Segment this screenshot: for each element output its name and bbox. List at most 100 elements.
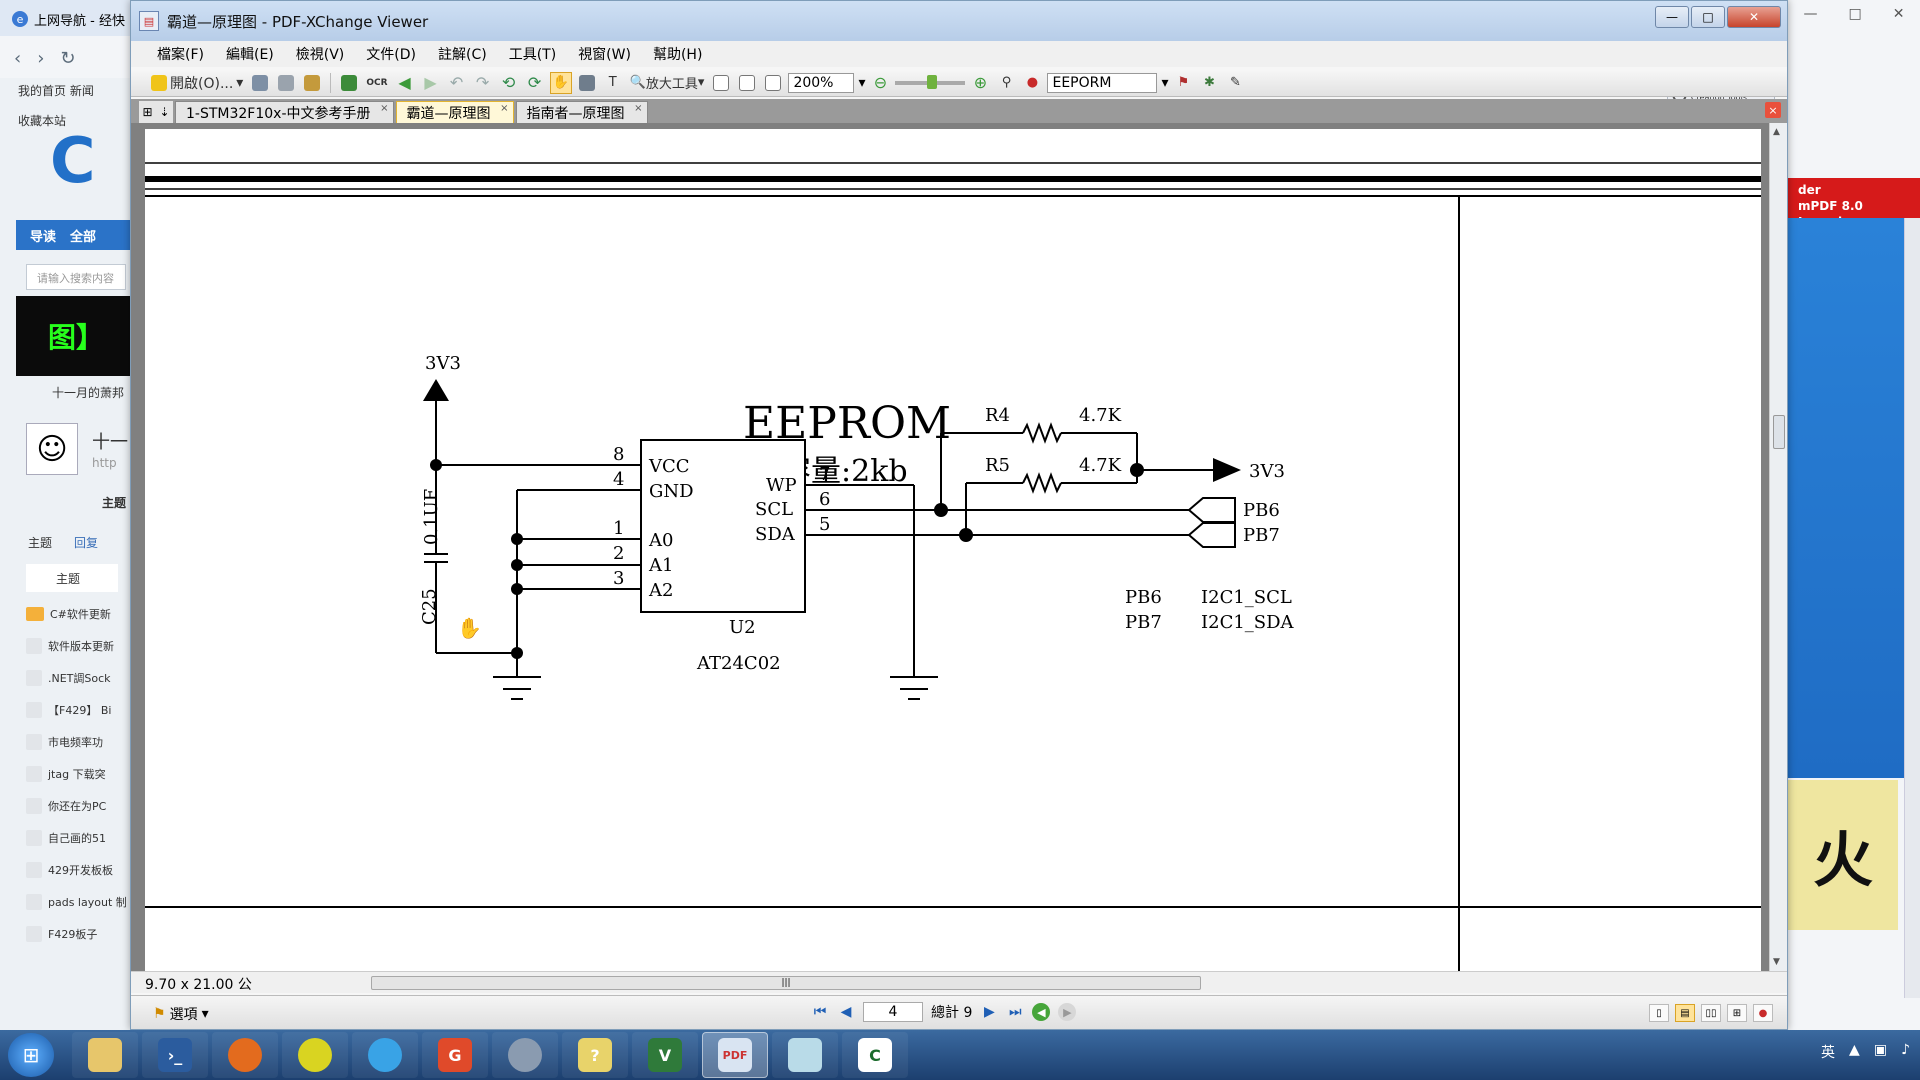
rotate-left-button[interactable]: ⟲ (498, 72, 520, 94)
options-button[interactable]: ⚑ 選項 ▾ (153, 1004, 209, 1024)
menu-comments[interactable]: 註解(C) (430, 42, 495, 66)
undo-button[interactable]: ↶ (446, 72, 468, 94)
input-method-icon[interactable]: 英 (1821, 1042, 1835, 1062)
refresh-icon[interactable]: ↻ (60, 48, 75, 69)
list-item[interactable]: 429开发板板 (26, 854, 130, 886)
forward-button[interactable]: ▶ (420, 72, 442, 94)
menu-tools[interactable]: 工具(T) (501, 42, 564, 66)
list-item[interactable]: pads layout 制 (26, 886, 130, 918)
tab-close-icon[interactable]: × (500, 103, 508, 114)
zoom-tool-button[interactable]: 🔍 放大工具 ▾ (628, 72, 707, 94)
save-button[interactable] (249, 72, 271, 94)
list-item[interactable]: .NET調Sock (26, 662, 130, 694)
close-icon[interactable]: ✕ (1893, 6, 1905, 22)
tab-topic[interactable]: 主题 (28, 534, 52, 551)
search-options-button[interactable]: ✱ (1199, 72, 1221, 94)
hand-tool-button[interactable]: ✋ (549, 71, 572, 94)
back-button[interactable]: ◀ (394, 72, 416, 94)
scroll-up-icon[interactable]: ▲ (1773, 127, 1780, 137)
highlight-button[interactable]: ● (1021, 72, 1043, 94)
email-button[interactable] (301, 72, 323, 94)
side-topic-button[interactable]: 主题 (102, 494, 126, 511)
search-input[interactable]: EEPORM (1047, 72, 1158, 93)
tab-reply[interactable]: 回复 (74, 534, 98, 551)
zoom-input[interactable]: 200% (788, 72, 855, 93)
redo-button[interactable]: ↷ (472, 72, 494, 94)
page-number-input[interactable]: 4 (863, 1002, 923, 1022)
ocr-button[interactable]: OCR (364, 72, 389, 94)
list-item[interactable]: 你还在为PC (26, 790, 130, 822)
list-item[interactable]: 软件版本更新 (26, 630, 130, 662)
find-previous-button[interactable]: ⚲ (995, 72, 1017, 94)
menu-file[interactable]: 檔案(F) (149, 42, 212, 66)
forward-icon[interactable]: › (37, 48, 44, 69)
taskbar-help[interactable]: ? (562, 1032, 628, 1078)
maximize-icon[interactable]: □ (1849, 6, 1862, 22)
menu-edit[interactable]: 編輯(E) (218, 42, 282, 66)
list-item[interactable]: 【F429】 Bi (26, 694, 130, 726)
browser-tab[interactable]: e 上网导航 - 经快 (12, 6, 125, 32)
ad-banner[interactable]: der mPDF 8.0 Launch (1788, 178, 1920, 229)
scroll-down-icon[interactable]: ▼ (1773, 957, 1780, 967)
zoom-slider-knob[interactable] (927, 74, 938, 89)
taskbar-app-red[interactable]: G (422, 1032, 488, 1078)
network-icon[interactable]: ▣ (1874, 1042, 1887, 1062)
rotate-right-button[interactable]: ⟳ (524, 72, 546, 94)
vertical-scrollbar[interactable]: ▲ ▼ (1769, 123, 1787, 971)
next-page-button[interactable]: ▶ (980, 1003, 998, 1021)
pdf-page[interactable]: EEPROM 容量:2kb 3V3 0.1UF C25 U2 AT24C02 8… (145, 129, 1761, 971)
list-item[interactable]: 自己画的51 (26, 822, 130, 854)
taskbar-pdf-viewer[interactable]: PDF (702, 1032, 768, 1078)
list-item[interactable]: 市电频率功 (26, 726, 130, 758)
taskbar-explorer[interactable] (72, 1032, 138, 1078)
taskbar-app-yellow[interactable] (282, 1032, 348, 1078)
start-button[interactable]: ⊞ (8, 1033, 54, 1077)
tray-arrow-icon[interactable]: ▲ (1849, 1042, 1860, 1062)
home-link[interactable]: 我的首页 新闻 (18, 82, 94, 99)
list-item[interactable]: jtag 下载突 (26, 758, 130, 790)
actual-size-button[interactable] (710, 72, 732, 94)
continuous-facing-view-button[interactable]: ⊞ (1727, 1004, 1747, 1022)
search-next-button[interactable]: ⚑ (1173, 72, 1195, 94)
horizontal-scroll-thumb[interactable]: ||| (371, 976, 1201, 990)
open-button[interactable]: 開啟(O)... ▾ (149, 72, 245, 94)
subtab-topic[interactable]: 主题 (26, 564, 118, 592)
horizontal-scrollbar[interactable]: ||| (371, 976, 1751, 990)
search-dropdown-icon[interactable]: ▾ (1161, 75, 1168, 91)
single-page-view-button[interactable]: ▯ (1649, 1004, 1669, 1022)
close-document-button[interactable]: × (1765, 102, 1781, 118)
tab-list-controls[interactable]: ⊞ ⇣ (139, 101, 173, 123)
volume-icon[interactable]: ♪ (1901, 1042, 1910, 1062)
facing-view-button[interactable]: ▯▯ (1701, 1004, 1721, 1022)
maximize-button[interactable]: □ (1691, 6, 1725, 28)
tab-stm32-manual[interactable]: 1-STM32F10x-中文参考手册 × (175, 101, 394, 123)
menu-window[interactable]: 視窗(W) (570, 42, 639, 66)
record-icon[interactable]: ● (1753, 1004, 1773, 1022)
go-forward-view-button[interactable]: ▶ (1058, 1003, 1077, 1021)
list-item[interactable]: C#软件更新 (26, 598, 130, 630)
menu-view[interactable]: 檢視(V) (288, 42, 353, 66)
fit-page-button[interactable] (736, 72, 758, 94)
previous-page-button[interactable]: ◀ (837, 1003, 855, 1021)
minimize-button[interactable]: — (1655, 6, 1689, 28)
go-back-view-button[interactable]: ◀ (1032, 1003, 1051, 1021)
tab-badao-schematic[interactable]: 霸道—原理图 × (395, 101, 514, 123)
continuous-view-button[interactable]: ▤ (1675, 1004, 1695, 1022)
menu-help[interactable]: 幫助(H) (645, 42, 710, 66)
select-text-button[interactable]: T (602, 72, 624, 94)
site-tab-all[interactable]: 全部 (70, 226, 96, 245)
vertical-scroll-thumb[interactable] (1773, 415, 1785, 449)
back-icon[interactable]: ‹ (14, 48, 21, 69)
minimize-icon[interactable]: — (1804, 6, 1818, 22)
list-item[interactable]: F429板子 (26, 918, 130, 950)
zoom-in-button[interactable]: ⊕ (969, 72, 991, 94)
taskbar-v5[interactable]: V (632, 1032, 698, 1078)
taskbar-browser[interactable] (352, 1032, 418, 1078)
last-page-button[interactable]: ⏭ (1006, 1003, 1024, 1021)
snapshot-button[interactable] (576, 72, 598, 94)
print-button[interactable] (275, 72, 297, 94)
fit-width-button[interactable] (762, 72, 784, 94)
first-page-button[interactable]: ⏮ (811, 1003, 829, 1021)
stamp-button[interactable]: ✎ (1225, 72, 1247, 94)
zoom-slider[interactable] (895, 74, 966, 89)
